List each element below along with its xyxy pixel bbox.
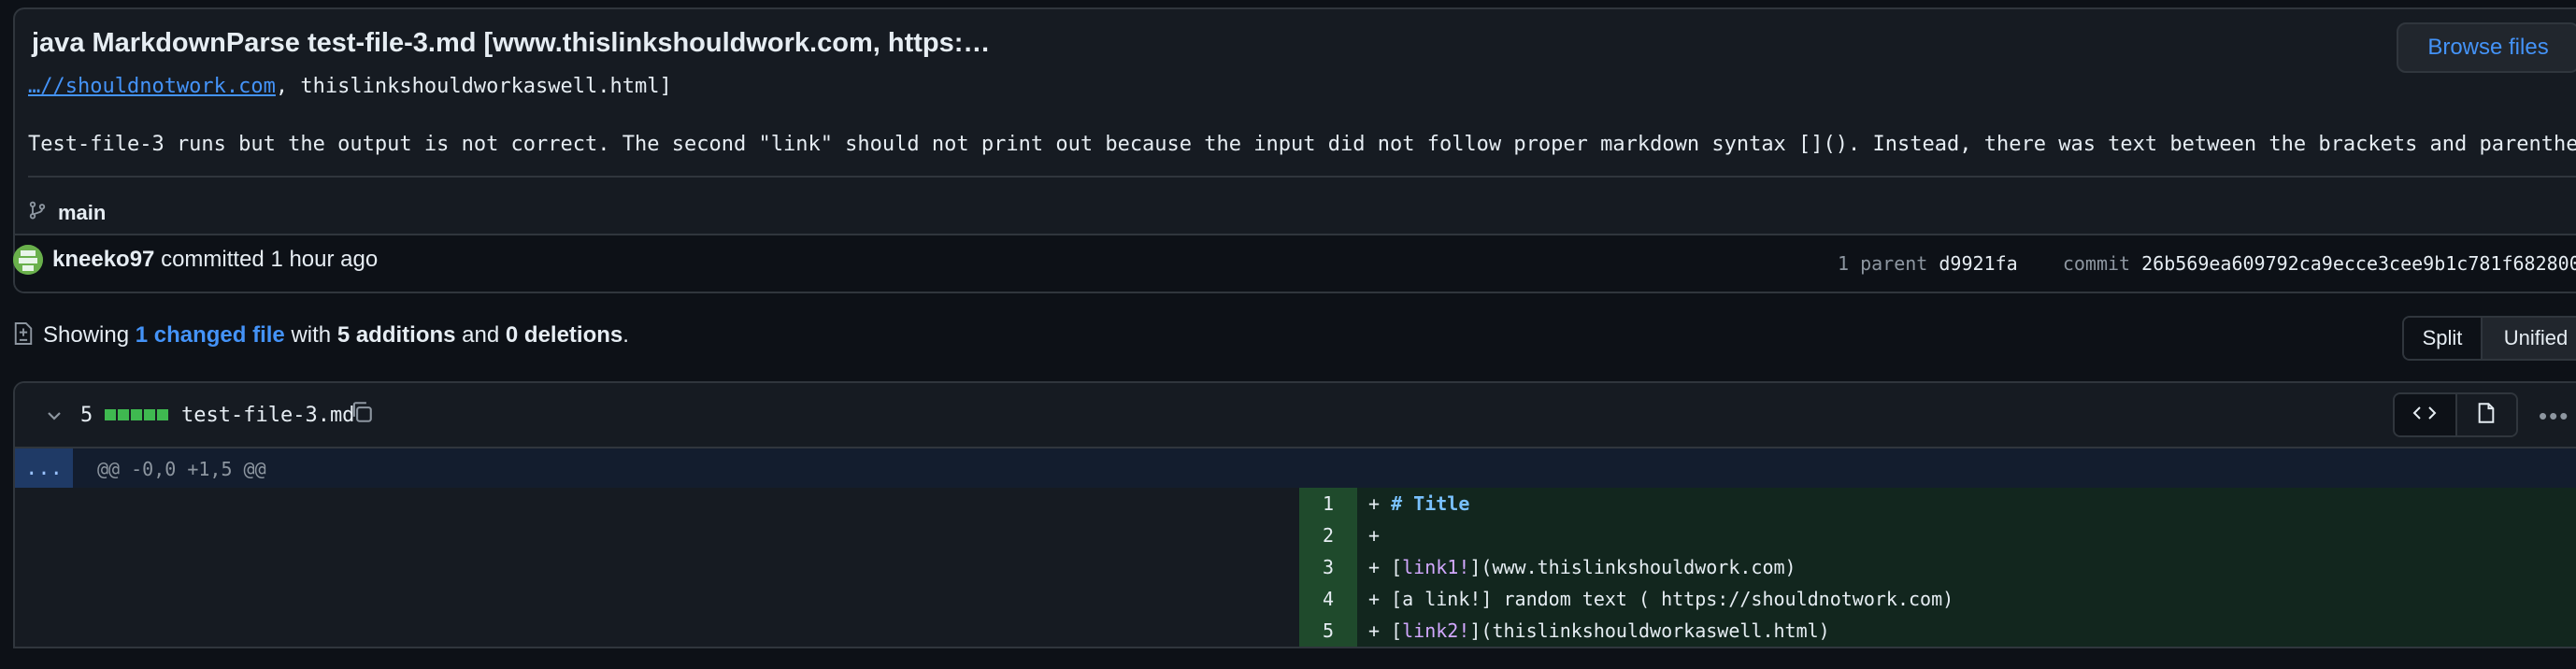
file-diff: 5 test-file-3.md ••• ... @@ -0,0 +1,5 @@… [13,381,2576,648]
hunk-header: @@ -0,0 +1,5 @@ [97,458,266,480]
diffstat-block [157,409,168,420]
line-code: + [link2!](thislinkshouldworkaswell.html… [1357,619,1830,642]
browse-files-button[interactable]: Browse files [2397,22,2576,73]
code-token: link2! [1402,619,1470,642]
summary-showing: Showing [43,322,130,348]
line-code: + [a link!] random text ( https://should… [1357,588,1953,610]
line-prefix: + [1368,588,1392,610]
commit-title-link[interactable]: …//shouldnotwork.com [28,75,276,98]
author-name[interactable]: kneeko97 [52,247,154,272]
diff-line: 4 + [a link!] random text ( https://shoul… [1299,583,2576,615]
line-code: + [link1!](www.thislinkshouldwork.com) [1357,556,1796,578]
diff-line: 3 + [link1!](www.thislinkshouldwork.com) [1299,551,2576,583]
commit-title-continuation: …//shouldnotwork.com, thislinkshouldwork… [28,75,672,98]
diffstat-bar [105,409,168,420]
commit-description: Test-file-3 runs but the output is not c… [28,133,2576,156]
diff-line: 1 + # Title [1299,488,2576,520]
branch-name[interactable]: main [58,201,106,225]
diffstat-block [131,409,142,420]
diff-line: 5 + [link2!](thislinkshouldworkaswell.htm… [1299,615,2576,647]
code-token: ](www.thislinkshouldwork.com) [1469,556,1796,578]
branch-row: main [28,200,106,226]
deletions-count: 0 deletions [505,322,623,348]
file-name[interactable]: test-file-3.md [181,404,354,427]
hunk-header-row: ... @@ -0,0 +1,5 @@ [15,448,2576,488]
avatar[interactable] [13,245,43,275]
commit-label: commit [2062,252,2131,275]
view-toggle: Split Unified [2402,316,2576,361]
diffstat-count: 5 [80,404,93,427]
parent-info: 1 parent d9921fa commit 26b569ea609792ca… [1838,252,2576,275]
unified-view-button[interactable]: Unified [2481,318,2576,359]
file-diff-icon [13,321,34,350]
divider [28,176,2576,178]
expand-hunk-button[interactable]: ... [15,448,73,488]
line-number[interactable]: 2 [1299,520,1357,551]
committed-time: committed 1 hour ago [161,247,379,272]
left-pane-empty [15,488,1299,647]
file-view-buttons [2393,392,2518,437]
additions-count: 5 additions [336,322,456,348]
commit-title-rest: , thislinkshouldworkaswell.html] [275,75,672,98]
line-prefix: + [1368,492,1392,515]
line-prefix: + [1368,556,1392,578]
commit-author-line: kneeko97 committed 1 hour ago [52,247,378,273]
diffstat-block [144,409,155,420]
file-header: 5 test-file-3.md ••• [15,383,2576,448]
summary-period: . [623,322,629,348]
diff-summary: Showing 1 changed file with 5 additions … [43,322,629,349]
added-lines-pane: 1 + # Title 2 + 3 + [link1!](www.thislinksho… [1299,488,2576,647]
summary-with: with [291,322,332,348]
changed-files-link[interactable]: 1 changed file [136,322,285,348]
code-token: # Title [1391,492,1470,515]
diff-line: 2 + [1299,520,2576,551]
commit-box: java MarkdownParse test-file-3.md [www.t… [13,7,2576,293]
line-number[interactable]: 4 [1299,583,1357,615]
code-token: ](thislinkshouldworkaswell.html) [1469,619,1830,642]
kebab-menu-icon[interactable]: ••• [2539,402,2569,431]
split-view-button[interactable]: Split [2404,318,2481,359]
commit-sha: 26b569ea609792ca9ecce3cee9b1c781f6828005 [2141,252,2576,275]
line-code: + [1357,524,1391,547]
parent-sha[interactable]: d9921fa [1939,252,2017,275]
code-view-button[interactable] [2395,394,2455,435]
diffstat-block [105,409,116,420]
rich-view-button[interactable] [2454,394,2516,435]
code-token: [ [1391,619,1403,642]
line-prefix: + [1368,524,1392,547]
copy-icon[interactable] [350,400,374,429]
code-icon [2412,405,2437,426]
diffstat-block [118,409,129,420]
parent-label: 1 parent [1838,252,1928,275]
line-number[interactable]: 3 [1299,551,1357,583]
file-icon [2477,402,2496,428]
chevron-down-icon[interactable] [45,409,64,427]
line-prefix: + [1368,619,1392,642]
git-branch-icon [28,200,47,226]
commit-title[interactable]: java MarkdownParse test-file-3.md [www.t… [32,28,990,59]
code-token: [a link!] random text ( https://shouldno… [1391,588,1954,610]
line-code: + # Title [1357,492,1469,515]
line-number[interactable]: 1 [1299,488,1357,520]
code-token: link1! [1402,556,1470,578]
summary-and: and [462,322,500,348]
code-token: [ [1391,556,1403,578]
line-number[interactable]: 5 [1299,615,1357,647]
